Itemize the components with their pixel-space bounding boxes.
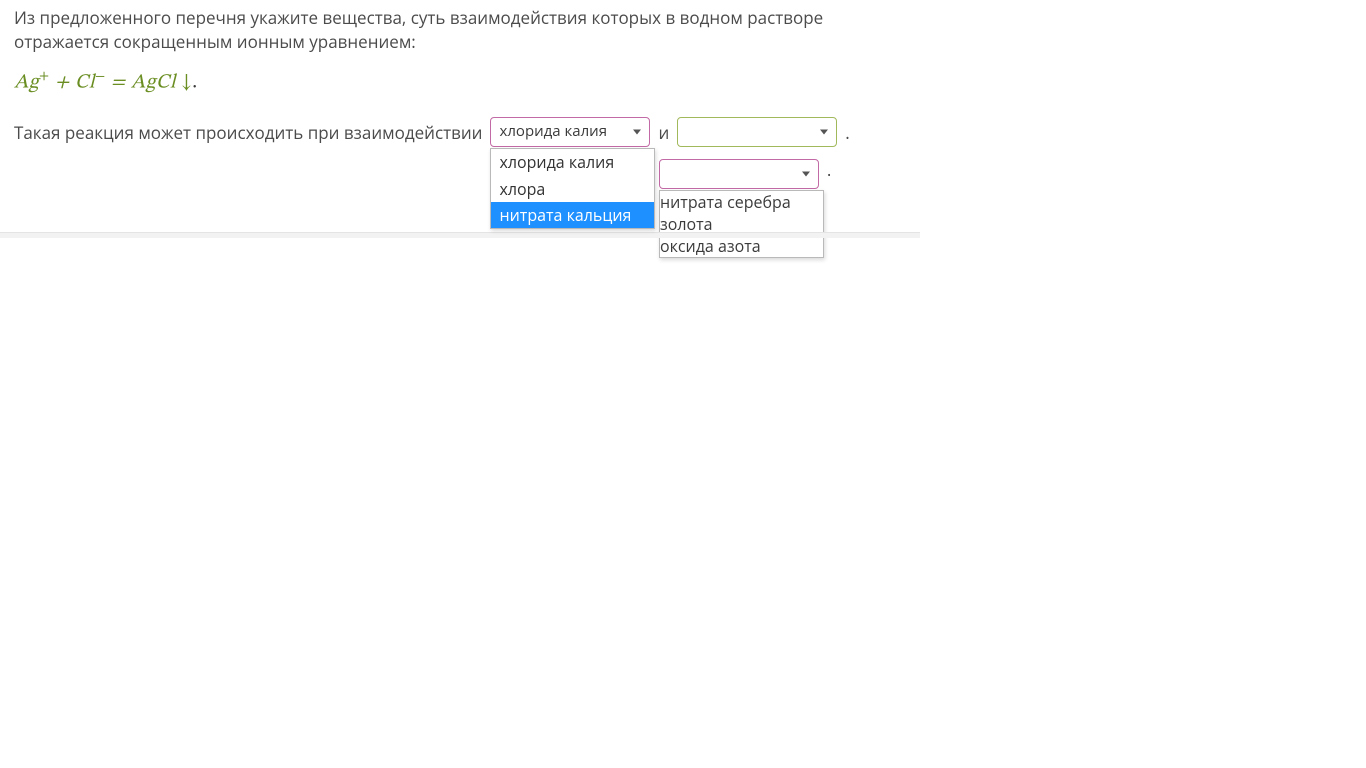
eq-minus-sup: −	[95, 70, 106, 84]
section-divider	[0, 232, 920, 238]
select1-dropdown[interactable]: хлорида калия хлора нитрата кальция	[490, 148, 655, 229]
eq-dot: .	[192, 72, 197, 92]
connector-text: и	[658, 121, 669, 144]
eq-cl: Cl	[75, 72, 95, 92]
select-substance-2-open[interactable]: нитрата серебра золота оксида азота	[659, 159, 819, 189]
answer-line: Такая реакция может происходить при взаи…	[14, 117, 906, 147]
sentence-tail-copy: .	[827, 159, 831, 181]
select2-option-2[interactable]: оксида азота	[660, 235, 823, 257]
sentence-tail: .	[845, 121, 849, 144]
select2-open-display[interactable]	[659, 159, 819, 189]
select1-option-1[interactable]: хлора	[491, 176, 654, 202]
select1-option-2[interactable]: нитрата кальция	[491, 202, 654, 228]
select2-option-0[interactable]: нитрата серебра	[660, 191, 823, 213]
select2-display[interactable]	[677, 117, 837, 147]
select-substance-1[interactable]: хлорида калия хлорида калия хлора нитрат…	[490, 117, 650, 147]
question-intro: Из предложенного перечня укажите веществ…	[14, 6, 906, 54]
eq-plus: +	[50, 72, 75, 92]
eq-eq: =	[106, 72, 131, 92]
eq-plus-sup: +	[39, 70, 50, 84]
select2-dropdown[interactable]: нитрата серебра золота оксида азота	[659, 190, 824, 258]
eq-agcl: AgCl	[131, 72, 181, 92]
ionic-equation: Ag+ + Cl− = AgCl ↓.	[14, 68, 906, 96]
sentence-lead: Такая реакция может происходить при взаи…	[14, 121, 482, 144]
select1-display[interactable]: хлорида калия	[490, 117, 650, 147]
eq-ag: Ag	[14, 72, 39, 92]
select1-value: хлорида калия	[499, 121, 607, 141]
down-arrow-icon: ↓	[181, 72, 192, 92]
question-container: Из предложенного перечня укажите веществ…	[0, 0, 920, 147]
answer-line-copy: нитрата серебра золота оксида азота .	[14, 159, 831, 189]
select1-option-0[interactable]: хлорида калия	[491, 149, 654, 175]
select-substance-2[interactable]	[677, 117, 837, 147]
